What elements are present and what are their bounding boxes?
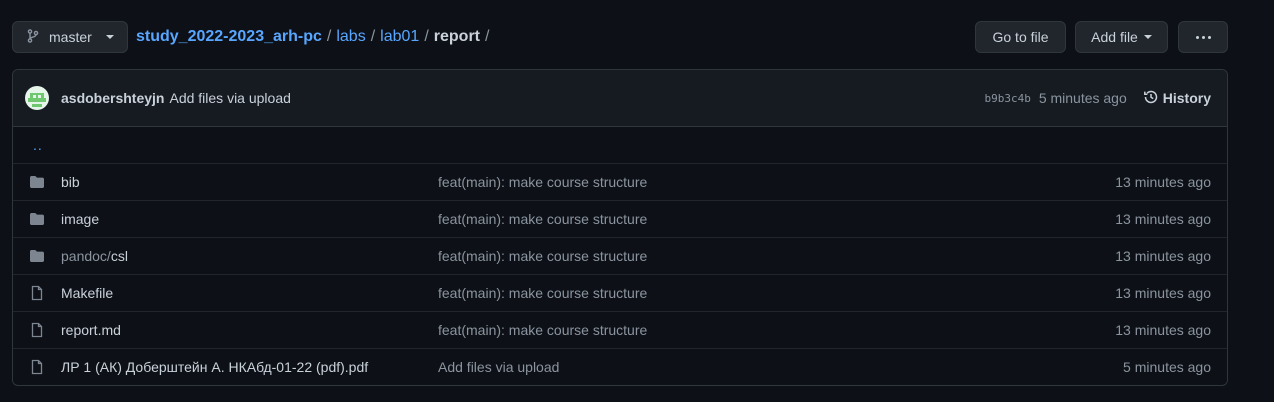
file-icon xyxy=(29,322,45,338)
file-name: ЛР 1 (АК) Доберштейн А. НКАбд-01-22 (pdf… xyxy=(61,359,369,375)
file-commit-message-link[interactable]: feat(main): make course structure xyxy=(438,248,1115,264)
file-name: bib xyxy=(61,174,80,190)
history-link[interactable]: History xyxy=(1143,89,1211,108)
repo-toolbar: master study_2022-2023_arh-pc / labs / l… xyxy=(12,21,1228,53)
file-commit-message-link[interactable]: feat(main): make course structure xyxy=(438,322,1115,338)
commit-time: 5 minutes ago xyxy=(1038,90,1127,106)
file-name: report.md xyxy=(61,322,121,338)
branch-label: master xyxy=(49,29,92,45)
breadcrumb-lab01-link[interactable]: lab01 xyxy=(380,28,419,46)
breadcrumb-separator: / xyxy=(326,28,332,45)
git-branch-icon xyxy=(25,28,41,47)
file-name-link[interactable]: report.md xyxy=(61,322,438,338)
file-name-link[interactable]: Makefile xyxy=(61,285,438,301)
avatar[interactable] xyxy=(25,86,49,110)
parent-directory-row[interactable]: .. xyxy=(13,127,1227,163)
file-commit-message-link[interactable]: feat(main): make course structure xyxy=(438,211,1115,227)
latest-commit-bar: asdobershteyjn Add files via upload b9b3… xyxy=(13,70,1227,127)
breadcrumb-separator: / xyxy=(424,28,429,45)
file-name-link[interactable]: bib xyxy=(61,174,438,190)
breadcrumb: study_2022-2023_arh-pc / labs / lab01 / … xyxy=(136,28,494,46)
history-label: History xyxy=(1162,90,1211,106)
branch-select-button[interactable]: master xyxy=(12,21,128,53)
parent-directory-link[interactable]: .. xyxy=(29,137,43,153)
file-icon xyxy=(29,285,45,301)
file-age: 13 minutes ago xyxy=(1115,322,1211,338)
file-row[interactable]: Makefile feat(main): make course structu… xyxy=(13,274,1227,311)
file-age: 13 minutes ago xyxy=(1115,174,1211,190)
breadcrumb-labs-link[interactable]: labs xyxy=(336,28,365,46)
commit-sha-link[interactable]: b9b3c4b xyxy=(984,92,1030,105)
add-file-button[interactable]: Add file xyxy=(1075,21,1168,53)
file-age: 13 minutes ago xyxy=(1115,211,1211,227)
file-age: 5 minutes ago xyxy=(1123,359,1211,375)
commit-author-link[interactable]: asdobershteyjn xyxy=(61,90,164,106)
file-commit-message-link[interactable]: feat(main): make course structure xyxy=(438,285,1115,301)
history-icon xyxy=(1143,89,1159,108)
breadcrumb-current: report xyxy=(433,28,480,45)
chevron-down-icon xyxy=(105,35,114,39)
file-name-link[interactable]: image xyxy=(61,211,438,227)
file-name: Makefile xyxy=(61,285,114,301)
folder-icon xyxy=(29,248,45,264)
more-options-button[interactable] xyxy=(1178,21,1228,53)
commit-message-link[interactable]: Add files via upload xyxy=(169,90,290,106)
file-name-link[interactable]: ЛР 1 (АК) Доберштейн А. НКАбд-01-22 (pdf… xyxy=(61,359,438,375)
file-icon xyxy=(29,359,45,375)
file-row[interactable]: report.md feat(main): make course struct… xyxy=(13,311,1227,348)
file-commit-message-link[interactable]: feat(main): make course structure xyxy=(438,174,1115,190)
file-name: csl xyxy=(110,248,128,264)
file-name: image xyxy=(61,211,100,227)
breadcrumb-separator: / xyxy=(485,28,490,45)
kebab-horizontal-icon xyxy=(1195,35,1211,39)
go-to-file-button[interactable]: Go to file xyxy=(975,21,1066,53)
file-name-prefix: pandoc/ xyxy=(61,248,111,264)
file-row[interactable]: bib feat(main): make course structure 13… xyxy=(13,163,1227,200)
file-row[interactable]: pandoc/csl feat(main): make course struc… xyxy=(13,237,1227,274)
file-browser: asdobershteyjn Add files via upload b9b3… xyxy=(12,69,1228,386)
folder-icon xyxy=(29,174,45,190)
file-row[interactable]: ЛР 1 (АК) Доберштейн А. НКАбд-01-22 (pdf… xyxy=(13,348,1227,385)
file-age: 13 minutes ago xyxy=(1115,285,1211,301)
file-name-link[interactable]: pandoc/csl xyxy=(61,248,438,264)
file-commit-message-link[interactable]: Add files via upload xyxy=(438,359,1123,375)
file-age: 13 minutes ago xyxy=(1115,248,1211,264)
breadcrumb-repo-link[interactable]: study_2022-2023_arh-pc xyxy=(136,28,322,46)
folder-icon xyxy=(29,211,45,227)
add-file-label: Add file xyxy=(1091,29,1138,45)
file-row[interactable]: image feat(main): make course structure … xyxy=(13,200,1227,237)
chevron-down-icon xyxy=(1143,35,1152,39)
breadcrumb-separator: / xyxy=(370,28,376,45)
